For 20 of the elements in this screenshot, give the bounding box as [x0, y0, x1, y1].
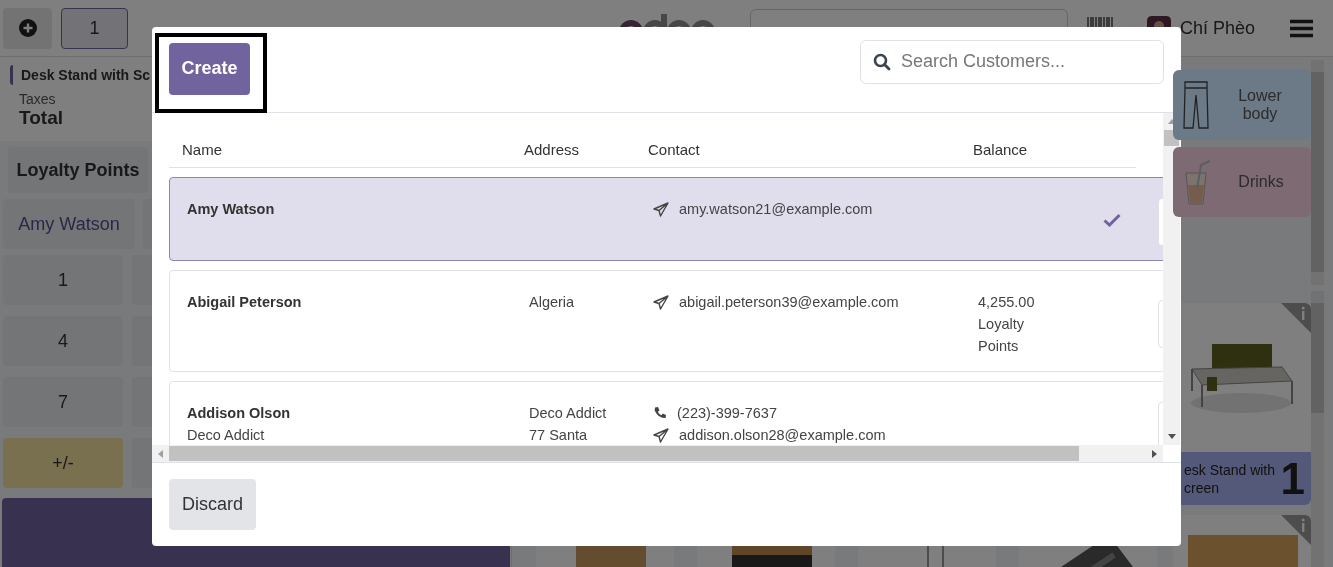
address-line: Algeria: [529, 293, 576, 312]
customer-name: Abigail Peterson: [187, 293, 303, 312]
column-header: Address: [524, 141, 581, 158]
customer-name: Addison Olson: [187, 404, 292, 423]
column-header: Contact: [648, 141, 701, 158]
email-address: amy.watson21@example.com: [679, 200, 873, 219]
company-name: Deco Addict: [187, 426, 266, 445]
taxes-label: Taxes: [19, 91, 57, 107]
product-name: esk Stand with creen: [1184, 460, 1276, 497]
address-line: 77 Santa: [529, 426, 589, 445]
product-quantity: 1: [1280, 453, 1305, 504]
customer-name: Amy Watson: [187, 200, 276, 219]
email-address: abigail.peterson39@example.com: [679, 293, 899, 312]
phone-number: (223)-399-7637: [677, 404, 777, 423]
column-header: Name: [182, 141, 223, 158]
email-address: addison.olson28@example.com: [679, 426, 886, 445]
column-header: Balance: [973, 141, 1029, 158]
balance-value: 4,255.00 Loyalty Points: [978, 293, 1036, 356]
total-label: Total: [19, 107, 64, 129]
address-line: Deco Addict: [529, 404, 608, 423]
